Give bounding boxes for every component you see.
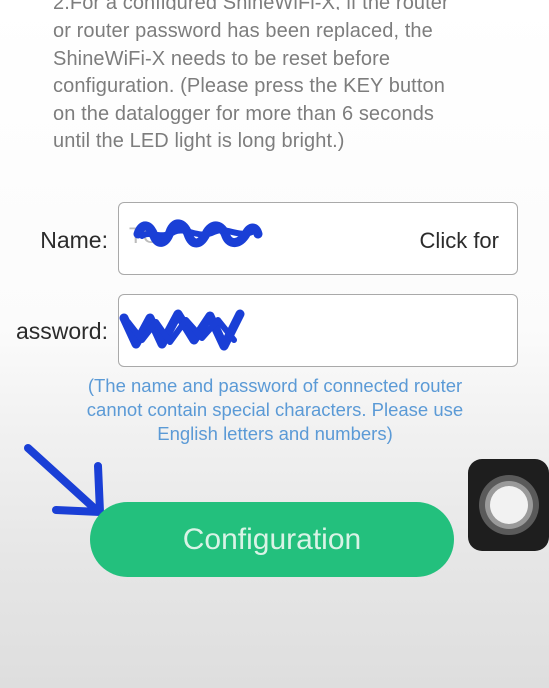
router-note-line: (The name and password of connected rout… — [87, 375, 463, 396]
name-input[interactable]: TC Click for — [118, 202, 518, 275]
assistive-touch-icon[interactable] — [468, 459, 549, 551]
instructions-text: 2.For a configured ShineWiFi-X, if the r… — [53, 0, 513, 158]
name-value: TC — [129, 223, 159, 248]
configuration-button[interactable]: Configuration — [90, 502, 454, 577]
instructions-line: on the datalogger for more than 6 second… — [53, 102, 435, 125]
instructions-line: or router password has been replaced, th… — [53, 20, 433, 42]
router-note-line: cannot contain special characters. Pleas… — [86, 399, 464, 420]
instructions-line: until the LED light is long bright.) — [53, 130, 345, 152]
password-label: assword: — [15, 318, 108, 344]
router-note: (The name and password of connected rout… — [30, 374, 520, 446]
name-label: Name: — [40, 227, 108, 253]
instructions-line: ShineWiFi-X needs to be reset before — [53, 47, 391, 70]
name-input-hint: Click for — [419, 228, 499, 253]
instructions-line-cut: 2.For a configured ShineWiFi-X, if the r… — [53, 0, 513, 10]
instructions-line: configuration. (Please press the KEY but… — [53, 75, 445, 97]
password-input[interactable] — [118, 294, 518, 367]
